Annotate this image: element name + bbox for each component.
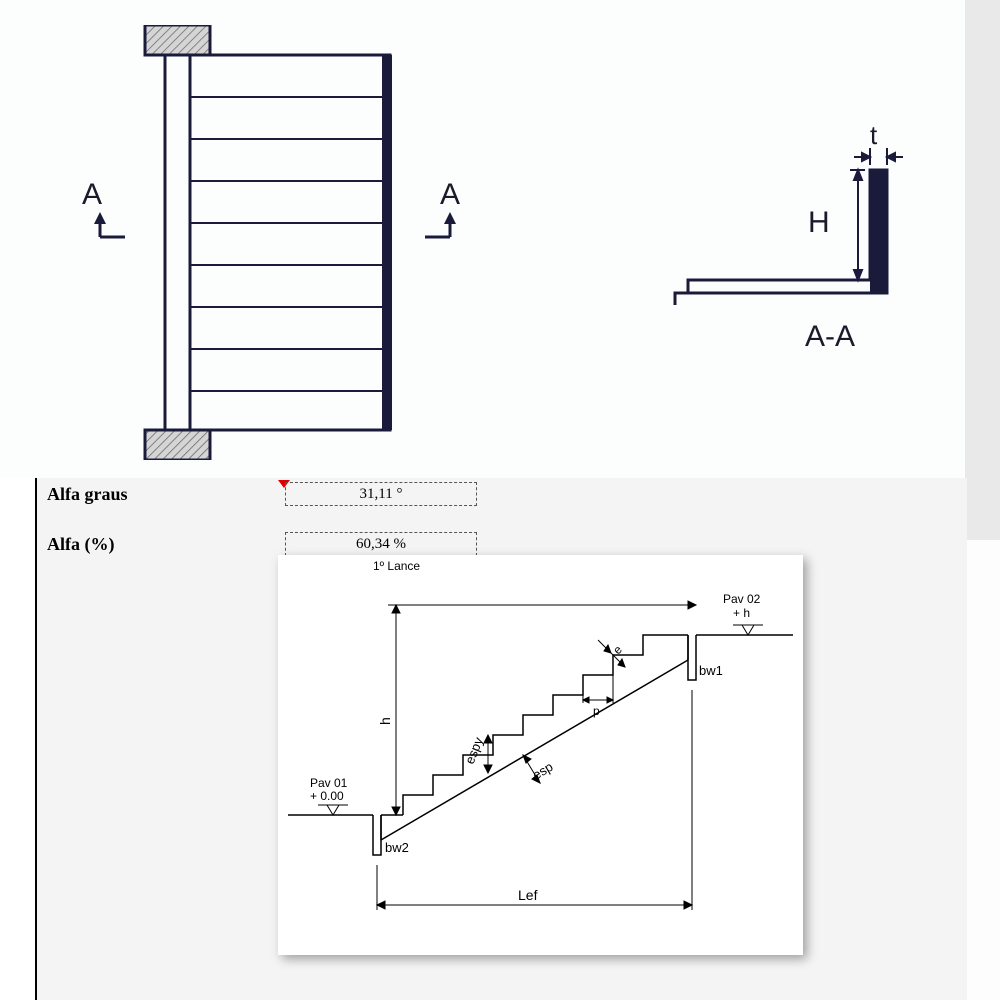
p-label: p	[593, 704, 600, 718]
alfa-percent-label: Alfa (%)	[47, 534, 114, 555]
section-marker-left-arrow	[80, 212, 125, 242]
stair-cross-section-svg: 1º Lance Pav 01 + 0.00 Pav 02 + h bw1 bw…	[278, 555, 803, 955]
top-diagram-area: A A	[0, 0, 965, 478]
section-aa-label: A-A	[805, 320, 855, 354]
alfa-graus-label: Alfa graus	[47, 484, 128, 505]
espy-label: espy	[462, 735, 486, 767]
section-aa-svg	[640, 130, 930, 380]
bw2-label: bw2	[385, 840, 409, 855]
pav02-level: + h	[733, 606, 750, 620]
alfa-graus-value[interactable]: 31,11 °	[285, 482, 477, 506]
section-marker-left-label: A	[82, 178, 102, 212]
pav02-label: Pav 02	[723, 592, 761, 606]
lef-label: Lef	[518, 887, 538, 903]
right-margin-top	[965, 0, 1000, 540]
stair-cross-section-card: 1º Lance Pav 01 + 0.00 Pav 02 + h bw1 bw…	[278, 555, 803, 955]
dim-h-label: H	[808, 206, 830, 240]
pav01-label: Pav 01	[310, 776, 348, 790]
alfa-percent-value[interactable]: 60,34 %	[285, 532, 477, 556]
h-label: h	[377, 717, 393, 725]
xsec-title: 1º Lance	[373, 559, 420, 573]
plan-view-svg	[130, 25, 420, 460]
section-marker-right-label: A	[440, 178, 460, 212]
section-marker-right-arrow	[425, 212, 470, 242]
pav01-level: + 0.00	[310, 789, 344, 803]
bw1-label: bw1	[699, 663, 723, 678]
right-margin-bottom	[965, 540, 1000, 1000]
dim-t-label: t	[870, 120, 877, 151]
